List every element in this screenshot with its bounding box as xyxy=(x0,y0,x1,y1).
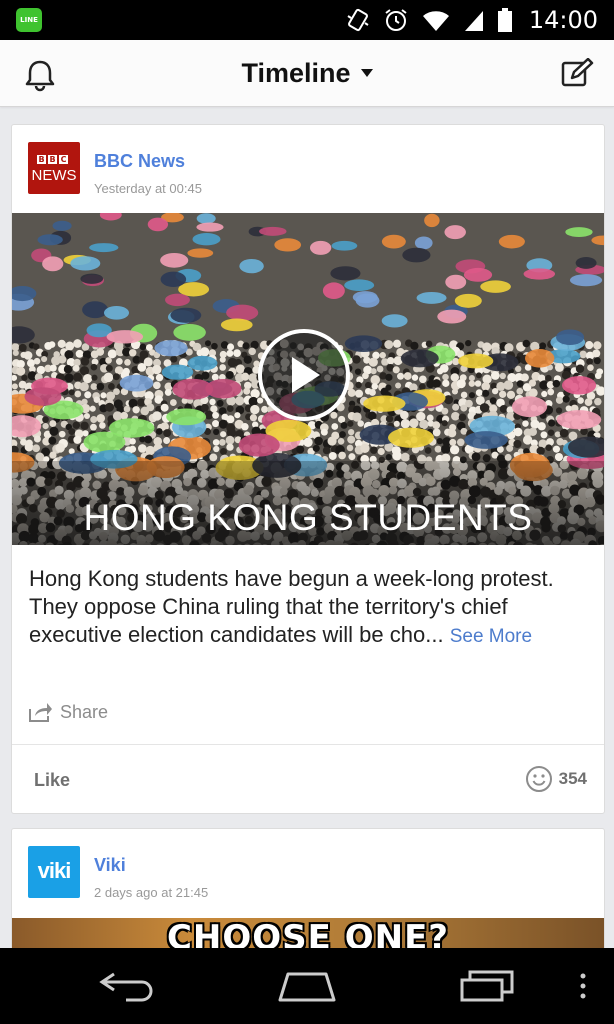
caret-down-icon xyxy=(360,69,373,77)
page-title: Timeline xyxy=(241,57,351,88)
share-button[interactable]: Share xyxy=(28,701,108,723)
smiley-icon xyxy=(525,766,552,792)
alarm-icon xyxy=(385,9,407,31)
back-icon[interactable] xyxy=(98,968,158,1004)
video-thumbnail[interactable]: HONG KONG STUDENTS xyxy=(12,213,604,545)
compose-post-icon[interactable] xyxy=(560,58,594,90)
avatar-label: NEWS xyxy=(31,167,77,184)
like-button[interactable]: Like xyxy=(34,770,70,791)
line-app-icon: LINE xyxy=(16,8,42,32)
app-header: Timeline xyxy=(0,40,614,107)
post-author[interactable]: BBC News xyxy=(94,151,185,172)
see-more-link[interactable]: See More xyxy=(450,626,532,647)
battery-icon xyxy=(497,8,512,32)
navigation-bar xyxy=(0,948,614,1024)
video-caption: HONG KONG STUDENTS xyxy=(83,497,533,538)
bbc-logo-box: B xyxy=(48,155,57,164)
play-button[interactable] xyxy=(258,329,350,421)
wifi-icon xyxy=(422,11,449,31)
vibrate-icon xyxy=(347,8,369,32)
bbc-logo-box: B xyxy=(37,155,46,164)
post-author[interactable]: Viki xyxy=(94,855,126,876)
reaction-count[interactable]: 354 xyxy=(525,765,587,793)
recent-apps-icon[interactable] xyxy=(458,968,518,1004)
bbc-news-avatar[interactable]: B B C NEWS xyxy=(28,142,80,194)
divider xyxy=(12,744,604,745)
timeline-dropdown[interactable]: Timeline xyxy=(0,40,614,106)
reaction-count-value: 354 xyxy=(558,769,587,788)
home-icon[interactable] xyxy=(276,968,338,1004)
post-body: Hong Kong students have begun a week-lon… xyxy=(29,565,594,651)
share-icon xyxy=(29,703,52,722)
play-icon xyxy=(292,357,320,393)
overflow-menu-icon[interactable] xyxy=(578,968,588,1004)
post-card: B B C NEWS BBC News Yesterday at 00:45 H… xyxy=(11,124,605,814)
signal-icon xyxy=(464,11,483,31)
status-bar: LINE 14:00 xyxy=(0,0,614,40)
share-label: Share xyxy=(60,701,109,722)
bbc-logo-box: C xyxy=(59,155,68,164)
avatar-label: viki xyxy=(37,858,72,883)
post-timestamp[interactable]: Yesterday at 00:45 xyxy=(94,181,202,196)
viki-avatar[interactable]: viki xyxy=(28,846,80,898)
post-timestamp[interactable]: 2 days ago at 21:45 xyxy=(94,885,208,900)
status-time: 14:00 xyxy=(528,6,598,34)
